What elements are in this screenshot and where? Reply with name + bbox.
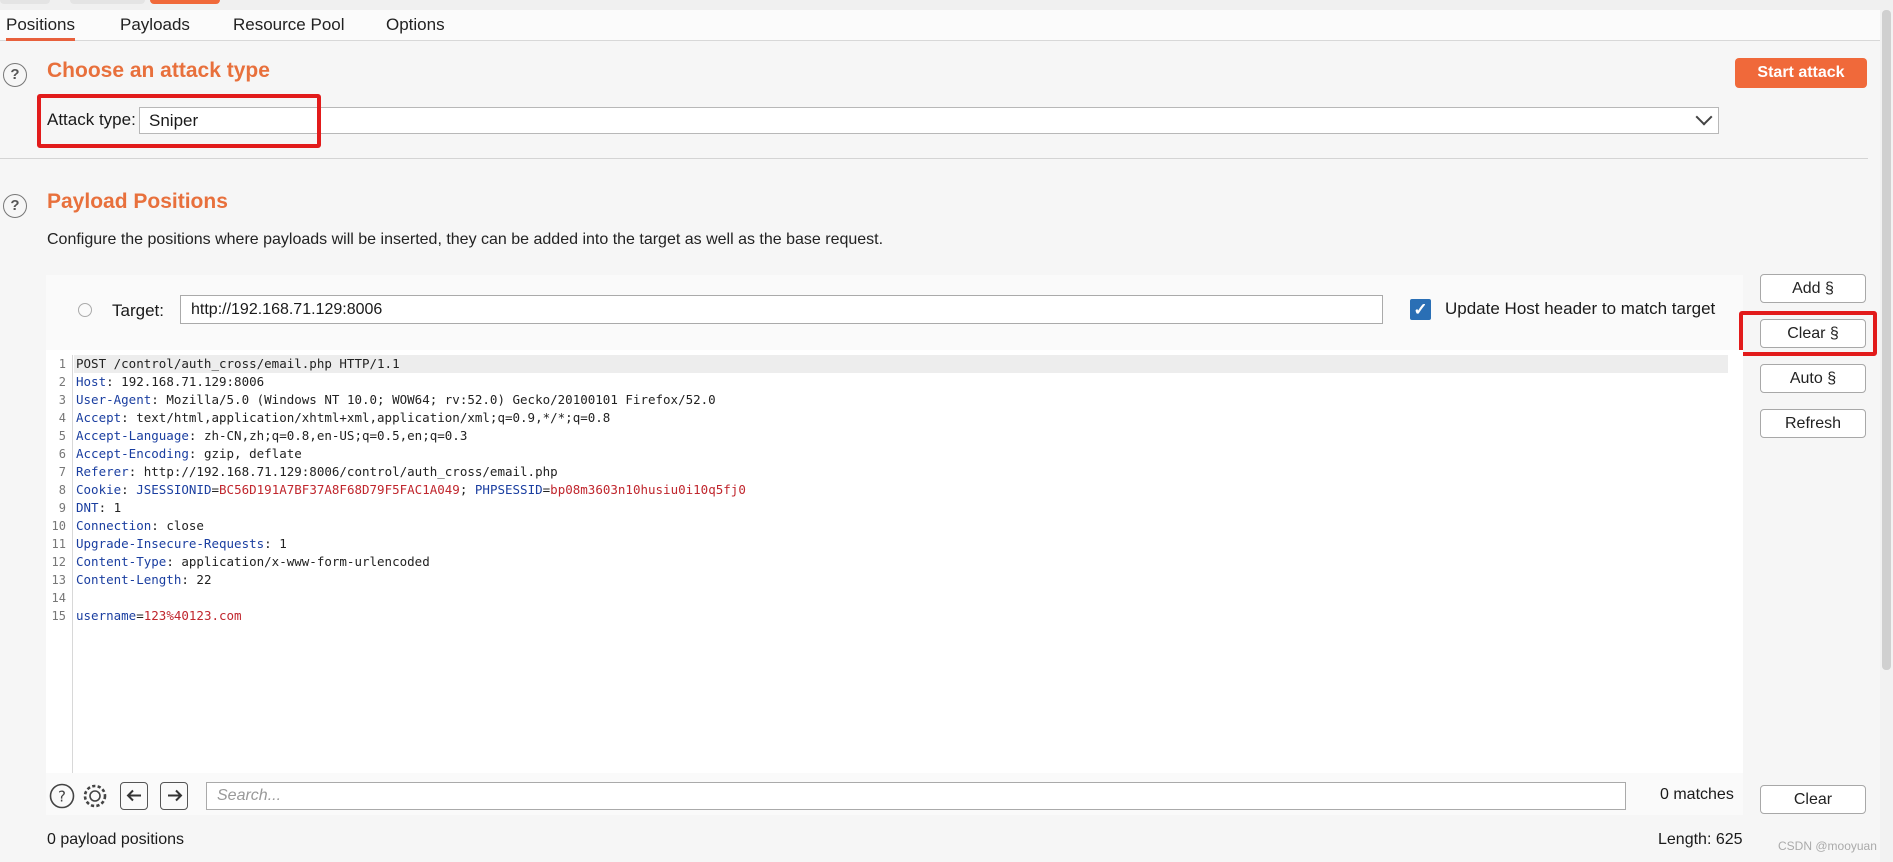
- target-label: Target:: [112, 301, 164, 320]
- section-divider: [0, 158, 1868, 159]
- help-icon[interactable]: ?: [3, 63, 27, 87]
- tab-payloads[interactable]: Payloads: [120, 10, 190, 40]
- auto-payload-markers-button[interactable]: Auto §: [1760, 364, 1866, 393]
- gear-icon[interactable]: [81, 782, 109, 810]
- header-value: http://192.168.71.129:8006/control/auth_…: [136, 464, 558, 479]
- param-name: username: [76, 608, 137, 623]
- request-line: Accept-Language: zh-CN,zh;q=0.8,en-US;q=…: [76, 428, 468, 443]
- help-icon[interactable]: ?: [48, 782, 76, 810]
- cookie-name: JSESSIONID: [136, 482, 212, 497]
- header-name: User-Agent: [76, 392, 152, 407]
- header-value: Mozilla/5.0 (Windows NT 10.0; WOW64; rv:…: [158, 392, 716, 407]
- start-attack-button[interactable]: Start attack: [1735, 58, 1867, 88]
- header-name: Accept-Encoding: [76, 446, 189, 461]
- cookie-value: bp08m3603n10husiu0i10q5fj0: [550, 482, 746, 497]
- header-name: Upgrade-Insecure-Requests: [76, 536, 265, 551]
- header-value: application/x-www-form-urlencoded: [173, 554, 430, 569]
- scrollbar-thumb[interactable]: [1882, 10, 1891, 670]
- request-line: Connection: close: [76, 518, 204, 533]
- header-name: Cookie: [76, 482, 122, 497]
- cookie-name: PHPSESSID: [474, 482, 543, 497]
- request-line: Host: 192.168.71.129:8006: [76, 374, 265, 389]
- arrow-left-icon[interactable]: [120, 782, 148, 810]
- cookie-value: BC56D191A7BF37A8F68D79F5FAC1A049: [219, 482, 460, 497]
- update-host-checkbox[interactable]: ✓: [1410, 299, 1431, 320]
- watermark: CSDN @mooyuan: [1778, 839, 1877, 853]
- highlight-box-clear: [1739, 311, 1877, 356]
- payload-positions-count: 0 payload positions: [47, 831, 184, 848]
- match-count: 0 matches: [1660, 786, 1734, 803]
- request-line: Upgrade-Insecure-Requests: 1: [76, 536, 287, 551]
- header-value: gzip, deflate: [196, 446, 302, 461]
- line-number: 7: [58, 465, 66, 479]
- request-line: Referer: http://192.168.71.129:8006/cont…: [76, 464, 558, 479]
- line-number: 3: [58, 393, 66, 407]
- line-number: 5: [58, 429, 66, 443]
- header-value: zh-CN,zh;q=0.8,en-US;q=0.5,en;q=0.3: [196, 428, 468, 443]
- request-line: User-Agent: Mozilla/5.0 (Windows NT 10.0…: [76, 392, 716, 407]
- crosshair-icon: [78, 303, 92, 317]
- line-number: 2: [58, 375, 66, 389]
- line-number: 11: [51, 537, 66, 551]
- line-number: 8: [58, 483, 66, 497]
- header-value: text/html,application/xhtml+xml,applicat…: [128, 410, 611, 425]
- payload-positions-title: Payload Positions: [47, 190, 228, 213]
- svg-text:?: ?: [58, 788, 66, 806]
- header-name: Accept-Language: [76, 428, 189, 443]
- request-length: Length: 625: [1658, 831, 1743, 848]
- line-number: 13: [51, 573, 66, 587]
- line-number: 10: [51, 519, 66, 533]
- help-icon[interactable]: ?: [3, 194, 27, 218]
- line-number: 12: [51, 555, 66, 569]
- request-line: POST /control/auth_cross/email.php HTTP/…: [76, 356, 400, 371]
- payload-positions-description: Configure the positions where payloads w…: [47, 231, 884, 248]
- header-name: Content-Length: [76, 572, 182, 587]
- header-name: Referer: [76, 464, 129, 479]
- line-number: 15: [51, 609, 66, 623]
- tab-positions[interactable]: Positions: [6, 10, 75, 41]
- line-number: 6: [58, 447, 66, 461]
- header-value: 1: [106, 500, 122, 515]
- highlight-box-attack-type: [37, 94, 321, 148]
- header-name: Content-Type: [76, 554, 167, 569]
- attack-type-title: Choose an attack type: [47, 59, 270, 82]
- request-line: Cookie: JSESSIONID=BC56D191A7BF37A8F68D7…: [76, 482, 746, 497]
- header-name: Connection: [76, 518, 152, 533]
- tab-resource-pool[interactable]: Resource Pool: [233, 10, 345, 40]
- request-line: username=123%40123.com: [76, 608, 242, 623]
- clear-search-button[interactable]: Clear: [1760, 785, 1866, 814]
- header-value: 1: [271, 536, 287, 551]
- tab-bar: Positions Payloads Resource Pool Options: [0, 10, 1893, 41]
- header-value: 22: [188, 572, 212, 587]
- request-line: Content-Type: application/x-www-form-url…: [76, 554, 430, 569]
- line-number: 4: [58, 411, 66, 425]
- target-input[interactable]: http://192.168.71.129:8006: [180, 295, 1383, 324]
- header-name: Host: [76, 374, 107, 389]
- line-number: 9: [58, 501, 66, 515]
- line-number: 14: [51, 591, 66, 605]
- header-value: close: [158, 518, 204, 533]
- request-line: DNT: 1: [76, 500, 122, 515]
- request-line: Content-Length: 22: [76, 572, 212, 587]
- header-name: DNT: [76, 500, 99, 515]
- param-value: 123%40123.com: [143, 608, 242, 623]
- chevron-down-icon: [1695, 108, 1713, 126]
- update-host-label[interactable]: Update Host header to match target: [1445, 299, 1715, 319]
- refresh-button[interactable]: Refresh: [1760, 409, 1866, 438]
- attack-type-select[interactable]: Sniper: [139, 107, 1719, 134]
- header-value: 192.168.71.129:8006: [113, 374, 265, 389]
- arrow-right-icon[interactable]: [160, 782, 188, 810]
- header-name: Accept: [76, 410, 122, 425]
- line-number: 1: [58, 357, 66, 371]
- top-window-strip: [0, 0, 1893, 10]
- add-payload-marker-button[interactable]: Add §: [1760, 274, 1866, 303]
- tab-options[interactable]: Options: [386, 10, 445, 40]
- request-line: Accept: text/html,application/xhtml+xml,…: [76, 410, 611, 425]
- request-line: Accept-Encoding: gzip, deflate: [76, 446, 302, 461]
- search-input[interactable]: Search...: [206, 782, 1626, 810]
